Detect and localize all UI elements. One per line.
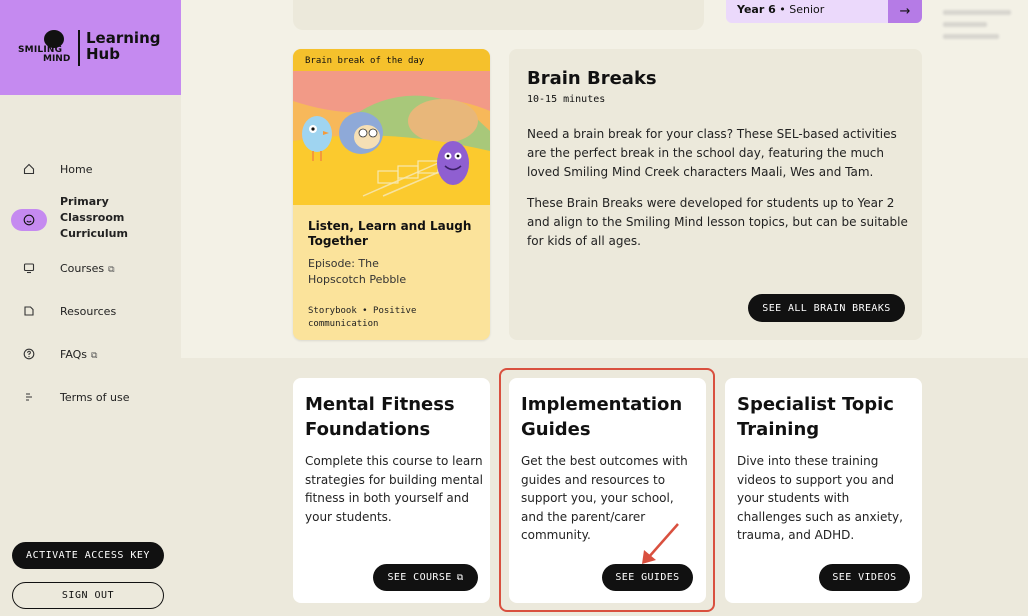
arrow-right-icon[interactable]: → <box>888 0 922 23</box>
sidebar-item-label: Primary Classroom Curriculum <box>60 195 128 240</box>
smiley-icon <box>11 209 47 231</box>
card-body: Dive into these training videos to suppo… <box>737 454 903 542</box>
external-link-icon: ⧉ <box>91 350 98 361</box>
sidebar-item-courses[interactable]: Courses ⧉ <box>0 259 181 277</box>
logo-block[interactable]: SMILING MIND Learning Hub <box>0 0 181 95</box>
brain-breaks-title: Brain Breaks <box>527 68 657 89</box>
sidebar-item-label-wrap: FAQs ⧉ <box>60 348 97 361</box>
activate-access-key-button[interactable]: ACTIVATE ACCESS KEY <box>12 542 164 569</box>
brain-breaks-description-1: Need a brain break for your class? These… <box>527 127 897 179</box>
card-body: Complete this course to learn strategies… <box>305 454 483 524</box>
sidebar-item-home[interactable]: Home <box>0 160 181 178</box>
mental-fitness-card: Mental Fitness Foundations Complete this… <box>293 378 490 603</box>
sidebar-item-resources[interactable]: Resources <box>0 302 181 320</box>
external-link-icon: ⧉ <box>456 572 464 583</box>
sidebar: SMILING MIND Learning Hub Home Primary C… <box>0 0 181 616</box>
sidebar-item-terms[interactable]: Terms of use <box>0 388 181 406</box>
brain-break-episode: Episode: The Hopscotch Pebble <box>308 257 407 286</box>
see-course-button[interactable]: SEE COURSE ⧉ <box>373 564 478 591</box>
sign-out-button[interactable]: SIGN OUT <box>12 582 164 609</box>
annotation-arrow-icon <box>642 523 679 564</box>
sidebar-item-label: FAQs <box>60 347 88 361</box>
sidebar-item-label: Terms of use <box>60 390 130 404</box>
year-level-text: • Senior <box>779 3 825 16</box>
sidebar-item-label: Home <box>60 162 93 176</box>
hedgehog-character-icon <box>339 112 383 154</box>
monitor-icon <box>21 260 37 276</box>
brain-break-tag: Brain break of the day <box>293 49 490 71</box>
button-label: SEE COURSE <box>387 572 452 583</box>
card-title: Mental Fitness Foundations <box>305 394 455 440</box>
main-content: Year 6 • Senior → Brain break of the day <box>181 0 1028 616</box>
upper-section: Year 6 • Senior → Brain break of the day <box>181 0 1028 358</box>
sidebar-item-primary-curriculum[interactable]: Primary Classroom Curriculum <box>0 194 181 244</box>
highlight-box <box>499 368 715 612</box>
external-link-icon: ⧉ <box>108 264 115 275</box>
platypus-character-icon <box>437 141 469 185</box>
brain-break-illustration <box>293 71 490 205</box>
question-icon <box>21 346 37 362</box>
sidebar-item-label: Courses <box>60 261 105 275</box>
logo-text-mind: MIND <box>43 54 71 64</box>
logo-divider <box>78 30 80 66</box>
brain-break-meta: Storybook • Positive communication <box>308 306 417 329</box>
list-icon <box>21 389 37 405</box>
brain-break-title: Listen, Learn and Laugh Together <box>308 219 472 248</box>
sidebar-item-label-wrap: Courses ⧉ <box>60 262 115 275</box>
specialist-topic-card: Specialist Topic Training Dive into thes… <box>725 378 922 603</box>
top-card-remnant <box>293 0 704 30</box>
folder-icon <box>21 303 37 319</box>
blurred-text <box>943 10 1017 46</box>
learning-hub-title: Learning Hub <box>86 29 161 63</box>
year-level-label: Year 6 • Senior <box>737 3 824 16</box>
brain-breaks-description-2: These Brain Breaks were developed for st… <box>527 196 908 248</box>
home-icon <box>21 161 37 177</box>
year-level-pill[interactable]: Year 6 • Senior → <box>726 0 922 23</box>
sidebar-item-label: Resources <box>60 304 117 318</box>
year-label: Year 6 <box>737 3 776 16</box>
sidebar-item-faqs[interactable]: FAQs ⧉ <box>0 345 181 363</box>
see-videos-button[interactable]: SEE VIDEOS <box>819 564 910 591</box>
brain-break-card[interactable]: Brain break of the day Listen, Learn and… <box>293 49 490 340</box>
see-all-brain-breaks-button[interactable]: SEE ALL BRAIN BREAKS <box>748 294 905 322</box>
brain-breaks-info-panel: Brain Breaks 10-15 minutes Need a brain … <box>509 49 922 340</box>
smiling-mind-logo: SMILING MIND <box>18 30 72 66</box>
brain-breaks-duration: 10-15 minutes <box>527 94 606 105</box>
card-title: Specialist Topic Training <box>737 394 894 440</box>
